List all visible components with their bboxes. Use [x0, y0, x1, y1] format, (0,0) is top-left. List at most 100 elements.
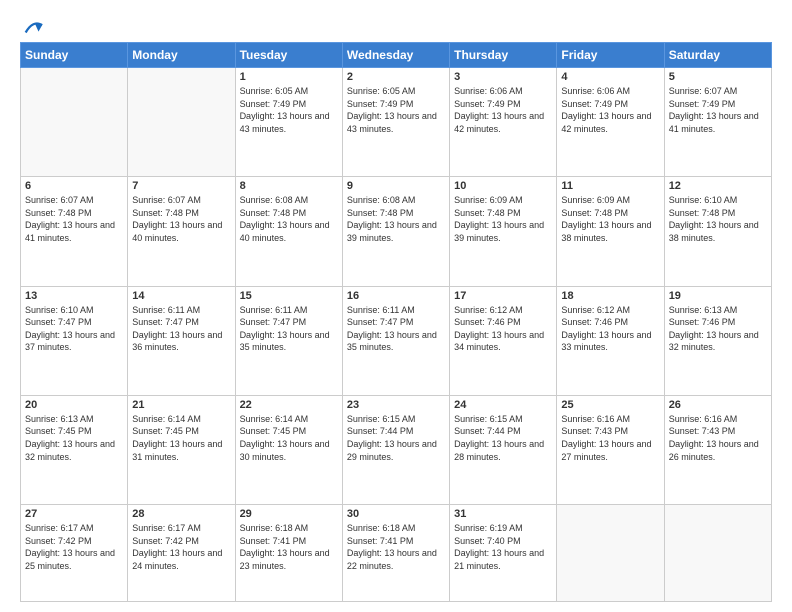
calendar-cell: 13Sunrise: 6:10 AM Sunset: 7:47 PM Dayli…: [21, 286, 128, 395]
col-thursday: Thursday: [450, 43, 557, 68]
calendar-cell: 3Sunrise: 6:06 AM Sunset: 7:49 PM Daylig…: [450, 68, 557, 177]
day-info: Sunrise: 6:16 AM Sunset: 7:43 PM Dayligh…: [561, 413, 659, 463]
day-info: Sunrise: 6:18 AM Sunset: 7:41 PM Dayligh…: [240, 522, 338, 572]
day-number: 21: [132, 399, 230, 411]
day-number: 23: [347, 399, 445, 411]
day-info: Sunrise: 6:08 AM Sunset: 7:48 PM Dayligh…: [240, 194, 338, 244]
day-number: 25: [561, 399, 659, 411]
calendar-cell: 29 Sunrise: 6:18 AM Sunset: 7:41 PM Dayli…: [235, 505, 342, 602]
col-monday: Monday: [128, 43, 235, 68]
day-info: Sunrise: 6:15 AM Sunset: 7:44 PM Dayligh…: [454, 413, 552, 463]
calendar-cell: 26Sunrise: 6:16 AM Sunset: 7:43 PM Dayli…: [664, 395, 771, 504]
day-info: Sunrise: 6:11 AM Sunset: 7:47 PM Dayligh…: [347, 304, 445, 354]
day-info: Sunrise: 6:15 AM Sunset: 7:44 PM Dayligh…: [347, 413, 445, 463]
day-info: Sunrise: 6:14 AM Sunset: 7:45 PM Dayligh…: [240, 413, 338, 463]
calendar-cell: 30Sunrise: 6:18 AM Sunset: 7:41 PM Dayli…: [342, 505, 449, 602]
day-info: Sunrise: 6:07 AM Sunset: 7:49 PM Dayligh…: [669, 85, 767, 135]
day-number: 18: [561, 290, 659, 302]
calendar-cell: 28 Sunrise: 6:17 AM Sunset: 7:42 PM Dayli…: [128, 505, 235, 602]
calendar-cell: 12 Sunrise: 6:10 AM Sunset: 7:48 PM Dayli…: [664, 177, 771, 286]
day-number: 14: [132, 290, 230, 302]
calendar-cell: 8 Sunrise: 6:08 AM Sunset: 7:48 PM Daylig…: [235, 177, 342, 286]
day-number: 4: [561, 71, 659, 83]
day-info: Sunrise: 6:10 AM Sunset: 7:48 PM Dayligh…: [669, 194, 767, 244]
day-info: Sunrise: 6:13 AM Sunset: 7:46 PM Dayligh…: [669, 304, 767, 354]
calendar-cell: [557, 505, 664, 602]
calendar-cell: 4 Sunrise: 6:06 AM Sunset: 7:49 PM Daylig…: [557, 68, 664, 177]
day-number: 6: [25, 180, 123, 192]
page: Sunday Monday Tuesday Wednesday Thursday…: [0, 0, 792, 612]
day-number: 22: [240, 399, 338, 411]
day-info: Sunrise: 6:07 AM Sunset: 7:48 PM Dayligh…: [132, 194, 230, 244]
day-number: 28: [132, 508, 230, 520]
day-number: 30: [347, 508, 445, 520]
day-number: 27: [25, 508, 123, 520]
calendar-cell: 20Sunrise: 6:13 AM Sunset: 7:45 PM Dayli…: [21, 395, 128, 504]
calendar-cell: 5 Sunrise: 6:07 AM Sunset: 7:49 PM Daylig…: [664, 68, 771, 177]
day-number: 5: [669, 71, 767, 83]
day-number: 8: [240, 180, 338, 192]
day-number: 26: [669, 399, 767, 411]
col-saturday: Saturday: [664, 43, 771, 68]
calendar-cell: 14Sunrise: 6:11 AM Sunset: 7:47 PM Dayli…: [128, 286, 235, 395]
calendar-table: Sunday Monday Tuesday Wednesday Thursday…: [20, 42, 772, 602]
day-number: 17: [454, 290, 552, 302]
day-info: Sunrise: 6:05 AM Sunset: 7:49 PM Dayligh…: [347, 85, 445, 135]
logo: [20, 16, 44, 34]
calendar-cell: 17 Sunrise: 6:12 AM Sunset: 7:46 PM Dayli…: [450, 286, 557, 395]
calendar-cell: 22 Sunrise: 6:14 AM Sunset: 7:45 PM Dayli…: [235, 395, 342, 504]
calendar-week-5: 27 Sunrise: 6:17 AM Sunset: 7:42 PM Dayli…: [21, 505, 772, 602]
col-sunday: Sunday: [21, 43, 128, 68]
calendar-cell: 9Sunrise: 6:08 AM Sunset: 7:48 PM Daylig…: [342, 177, 449, 286]
day-number: 15: [240, 290, 338, 302]
day-number: 31: [454, 508, 552, 520]
calendar-cell: 10 Sunrise: 6:09 AM Sunset: 7:48 PM Dayli…: [450, 177, 557, 286]
calendar-week-1: 1 Sunrise: 6:05 AM Sunset: 7:49 PM Daylig…: [21, 68, 772, 177]
day-number: 10: [454, 180, 552, 192]
day-number: 7: [132, 180, 230, 192]
day-number: 11: [561, 180, 659, 192]
calendar-cell: 23 Sunrise: 6:15 AM Sunset: 7:44 PM Dayli…: [342, 395, 449, 504]
calendar-cell: 7 Sunrise: 6:07 AM Sunset: 7:48 PM Daylig…: [128, 177, 235, 286]
calendar-cell: 18 Sunrise: 6:12 AM Sunset: 7:46 PM Dayli…: [557, 286, 664, 395]
day-number: 13: [25, 290, 123, 302]
day-info: Sunrise: 6:06 AM Sunset: 7:49 PM Dayligh…: [454, 85, 552, 135]
calendar-week-3: 13Sunrise: 6:10 AM Sunset: 7:47 PM Dayli…: [21, 286, 772, 395]
calendar-cell: 11 Sunrise: 6:09 AM Sunset: 7:48 PM Dayli…: [557, 177, 664, 286]
col-wednesday: Wednesday: [342, 43, 449, 68]
calendar-cell: 31Sunrise: 6:19 AM Sunset: 7:40 PM Dayli…: [450, 505, 557, 602]
calendar-cell: 19 Sunrise: 6:13 AM Sunset: 7:46 PM Dayli…: [664, 286, 771, 395]
calendar-cell: 2Sunrise: 6:05 AM Sunset: 7:49 PM Daylig…: [342, 68, 449, 177]
day-info: Sunrise: 6:12 AM Sunset: 7:46 PM Dayligh…: [454, 304, 552, 354]
calendar-cell: 25 Sunrise: 6:16 AM Sunset: 7:43 PM Dayli…: [557, 395, 664, 504]
day-info: Sunrise: 6:06 AM Sunset: 7:49 PM Dayligh…: [561, 85, 659, 135]
calendar-cell: 16 Sunrise: 6:11 AM Sunset: 7:47 PM Dayli…: [342, 286, 449, 395]
day-number: 24: [454, 399, 552, 411]
logo-icon: [22, 16, 44, 38]
day-number: 9: [347, 180, 445, 192]
day-info: Sunrise: 6:12 AM Sunset: 7:46 PM Dayligh…: [561, 304, 659, 354]
day-number: 16: [347, 290, 445, 302]
day-info: Sunrise: 6:14 AM Sunset: 7:45 PM Dayligh…: [132, 413, 230, 463]
calendar-cell: [664, 505, 771, 602]
calendar-cell: 24 Sunrise: 6:15 AM Sunset: 7:44 PM Dayli…: [450, 395, 557, 504]
col-tuesday: Tuesday: [235, 43, 342, 68]
day-info: Sunrise: 6:09 AM Sunset: 7:48 PM Dayligh…: [561, 194, 659, 244]
day-number: 19: [669, 290, 767, 302]
calendar-week-4: 20Sunrise: 6:13 AM Sunset: 7:45 PM Dayli…: [21, 395, 772, 504]
calendar-cell: 6Sunrise: 6:07 AM Sunset: 7:48 PM Daylig…: [21, 177, 128, 286]
day-info: Sunrise: 6:11 AM Sunset: 7:47 PM Dayligh…: [240, 304, 338, 354]
header-row: Sunday Monday Tuesday Wednesday Thursday…: [21, 43, 772, 68]
calendar-cell: 21 Sunrise: 6:14 AM Sunset: 7:45 PM Dayli…: [128, 395, 235, 504]
calendar-cell: 1 Sunrise: 6:05 AM Sunset: 7:49 PM Daylig…: [235, 68, 342, 177]
day-info: Sunrise: 6:09 AM Sunset: 7:48 PM Dayligh…: [454, 194, 552, 244]
day-info: Sunrise: 6:17 AM Sunset: 7:42 PM Dayligh…: [132, 522, 230, 572]
day-number: 1: [240, 71, 338, 83]
day-info: Sunrise: 6:05 AM Sunset: 7:49 PM Dayligh…: [240, 85, 338, 135]
calendar-cell: 15 Sunrise: 6:11 AM Sunset: 7:47 PM Dayli…: [235, 286, 342, 395]
calendar-cell: 27Sunrise: 6:17 AM Sunset: 7:42 PM Dayli…: [21, 505, 128, 602]
calendar-week-2: 6 Sunrise: 6:07 AM Sunset: 7:48 PM Daylig…: [21, 177, 772, 286]
col-friday: Friday: [557, 43, 664, 68]
day-number: 12: [669, 180, 767, 192]
day-number: 29: [240, 508, 338, 520]
